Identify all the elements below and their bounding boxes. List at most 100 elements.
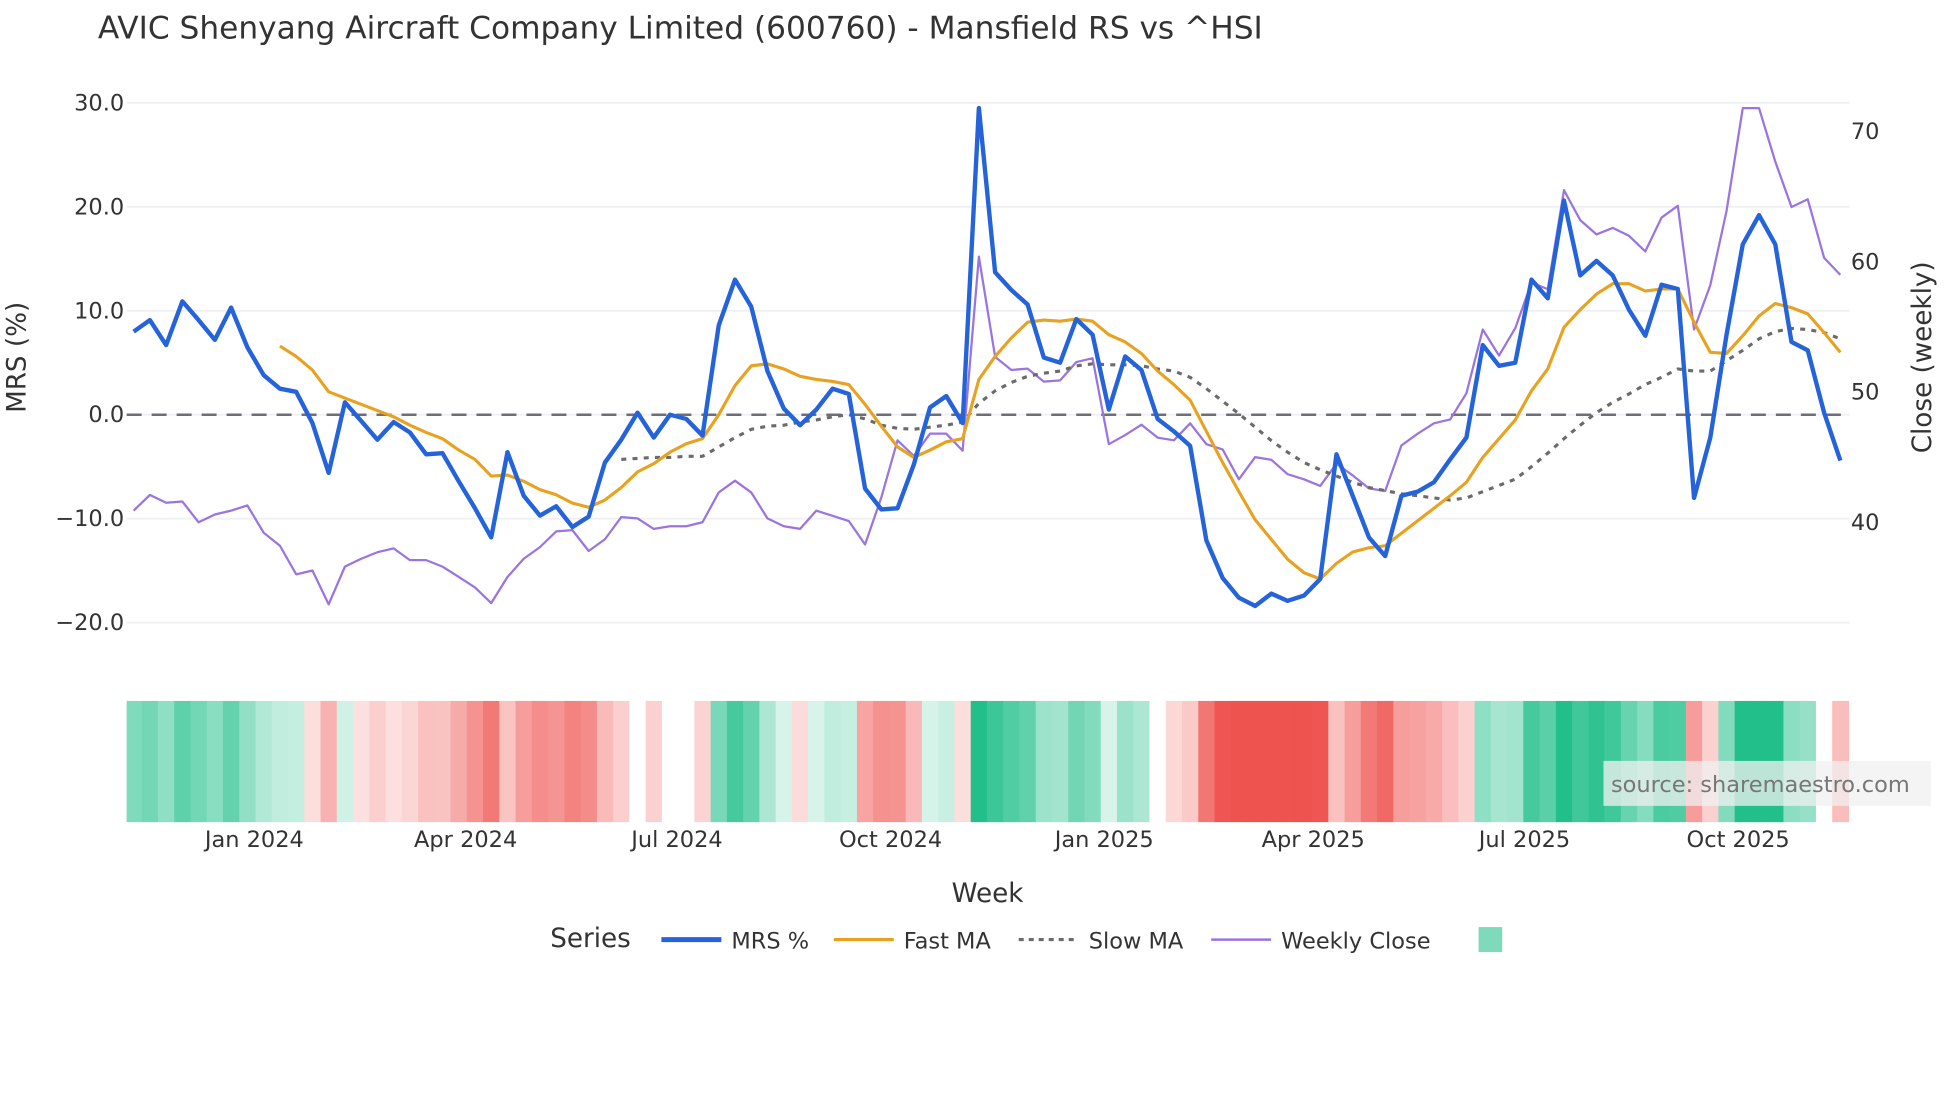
heat-cell <box>418 700 435 823</box>
heat-cell <box>271 700 289 823</box>
heat-cell <box>1116 700 1134 823</box>
heat-cell <box>1442 700 1459 823</box>
heat-cell <box>1312 700 1329 823</box>
legend-item-regime[interactable] <box>1478 927 1503 953</box>
heat-cell <box>1182 700 1199 823</box>
heat-cell <box>1377 700 1394 823</box>
legend-label-mrs: MRS % <box>731 928 809 954</box>
heat-cell <box>629 700 647 823</box>
heat-cell <box>1344 700 1362 823</box>
heat-cell <box>206 700 224 823</box>
heat-cell <box>1100 700 1118 823</box>
legend: Series MRS % Fast MA Slow MA Weekly Clos… <box>550 924 1503 954</box>
heat-cell <box>190 700 208 823</box>
heat-cell <box>1133 700 1151 823</box>
legend-swatch-regime <box>1478 927 1503 953</box>
heat-cell <box>743 700 761 823</box>
x-tick-label: Jan 2025 <box>1053 827 1154 853</box>
heat-cell <box>1165 700 1183 823</box>
heat-cell <box>385 700 403 823</box>
heat-cell <box>434 700 452 823</box>
legend-label-fast-ma: Fast MA <box>904 928 992 954</box>
heat-cell <box>986 700 1004 823</box>
series-line-mrs <box>132 105 1843 609</box>
heat-cell <box>938 700 956 823</box>
x-tick-label: Apr 2024 <box>414 827 517 853</box>
y-axis-left: 30.0 20.0 10.0 0.0 −10.0 −20.0 <box>55 90 124 636</box>
heat-cell <box>466 700 484 823</box>
heat-cell <box>304 700 322 823</box>
heat-cell <box>1588 700 1606 823</box>
legend-item-slow-ma[interactable]: Slow MA <box>1018 928 1184 954</box>
x-axis: Jan 2024 Apr 2024 Jul 2024 Oct 2024 Jan 2025… <box>203 827 1790 853</box>
heat-cell <box>1003 700 1021 823</box>
heat-cell <box>645 700 663 823</box>
y-axis-title: MRS (%) <box>2 302 32 413</box>
heat-cell <box>320 700 338 823</box>
heat-cell <box>1247 700 1264 823</box>
heat-cell <box>824 700 842 823</box>
heat-cell <box>596 700 614 823</box>
heat-cell <box>1507 700 1524 823</box>
heat-cell <box>759 700 777 823</box>
heat-cell <box>726 700 744 823</box>
chart: AVIC Shenyang Aircraft Company Limited (… <box>2 11 1938 955</box>
heat-cell <box>223 700 240 823</box>
x-tick-label: Jan 2024 <box>203 827 304 853</box>
heat-cell <box>1572 700 1589 823</box>
heat-cell <box>1425 700 1443 823</box>
heat-cell <box>1360 700 1378 823</box>
y-tick-label: −20.0 <box>55 610 124 636</box>
heat-cell <box>1393 700 1411 823</box>
heat-cell <box>126 700 143 823</box>
heat-cell <box>1279 700 1297 823</box>
heat-cell <box>580 700 598 823</box>
heat-cell <box>401 700 419 823</box>
legend-item-weekly-close[interactable]: Weekly Close <box>1211 928 1431 954</box>
x-tick-label: Jul 2024 <box>629 827 722 853</box>
heat-cell <box>239 700 257 823</box>
x-tick-label: Oct 2024 <box>839 827 942 853</box>
heat-cell <box>970 700 988 823</box>
x-tick-label: Jul 2025 <box>1477 827 1570 853</box>
x-axis-title: Week <box>952 879 1025 909</box>
heat-cell <box>564 700 582 823</box>
x-tick-label: Oct 2025 <box>1687 827 1790 853</box>
heat-cell <box>157 700 175 823</box>
legend-item-mrs[interactable]: MRS % <box>661 928 809 954</box>
heat-cell <box>1198 700 1216 823</box>
legend-item-fast-ma[interactable]: Fast MA <box>833 928 992 954</box>
y2-tick-label: 50 <box>1851 380 1880 406</box>
heat-cell <box>954 700 972 823</box>
heat-cell <box>775 700 793 823</box>
heat-cell <box>499 700 517 823</box>
heat-cell <box>1458 700 1476 823</box>
heat-cell <box>483 700 500 823</box>
heat-cell <box>1490 700 1508 823</box>
legend-label-slow-ma: Slow MA <box>1089 928 1184 954</box>
y2-tick-label: 60 <box>1851 249 1880 275</box>
heat-cell <box>515 700 533 823</box>
y2-tick-label: 40 <box>1851 510 1880 536</box>
heat-cell <box>873 700 891 823</box>
heat-cell <box>889 700 907 823</box>
heat-cell <box>710 700 728 823</box>
y-tick-label: 10.0 <box>74 298 124 324</box>
heat-cell <box>548 700 565 823</box>
heat-cell <box>661 700 679 823</box>
y2-axis-title: Close (weekly) <box>1908 261 1938 453</box>
heat-cell <box>1149 700 1167 823</box>
y2-tick-label: 70 <box>1851 119 1880 145</box>
heat-cell <box>1019 700 1037 823</box>
heat-cell <box>613 700 630 823</box>
heat-cell <box>905 700 923 823</box>
y-tick-label: 30.0 <box>74 90 124 116</box>
heat-cell <box>450 700 468 823</box>
heat-cell <box>1409 700 1427 823</box>
heat-cell <box>1474 700 1492 823</box>
heat-cell <box>336 700 354 823</box>
source-watermark: source: sharemaestro.com <box>1603 760 1931 806</box>
source-label: source: sharemaestro.com <box>1611 772 1910 798</box>
x-tick-label: Apr 2025 <box>1262 827 1365 853</box>
heat-cell <box>1295 700 1313 823</box>
